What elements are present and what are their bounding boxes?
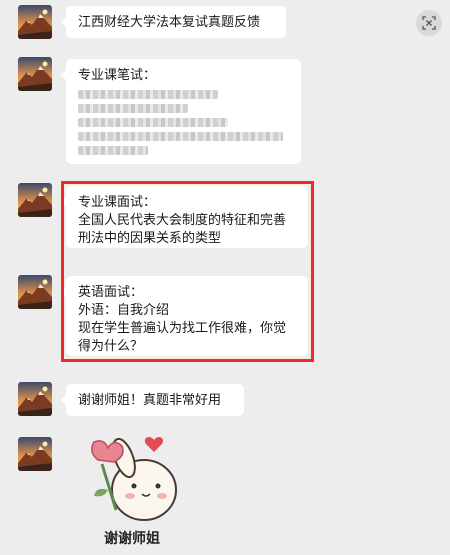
avatar[interactable] bbox=[18, 437, 52, 471]
avatar[interactable] bbox=[18, 183, 52, 217]
blurred-text bbox=[78, 90, 218, 99]
bunny-sticker-icon bbox=[91, 437, 177, 521]
avatar-image bbox=[18, 5, 52, 39]
message-bubble-3[interactable]: 专业课面试： 全国人民代表大会制度的特征和完善 刑法中的因果关系的类型 bbox=[61, 186, 308, 248]
message-text: 现在学生普遍认为找工作很难，你觉 bbox=[78, 321, 287, 336]
avatar-image bbox=[18, 382, 52, 416]
message-text: 刑法中的因果关系的类型 bbox=[78, 231, 222, 246]
sticker-caption: 谢谢师姐 bbox=[104, 531, 160, 547]
message-bubble-5[interactable]: 谢谢师姐！真题非常好用 bbox=[61, 384, 244, 416]
message-text: 全国人民代表大会制度的特征和完善 bbox=[78, 213, 287, 228]
blurred-text bbox=[78, 146, 148, 155]
blurred-text bbox=[78, 118, 228, 127]
message-bubble-1[interactable]: 江西财经大学法本复试真题反馈 bbox=[61, 6, 286, 38]
avatar-image bbox=[18, 437, 52, 471]
close-button[interactable] bbox=[416, 10, 442, 36]
message-bubble-2[interactable]: 专业课笔试： bbox=[61, 59, 301, 164]
message-text: 专业课面试： bbox=[78, 195, 157, 210]
avatar-image bbox=[18, 275, 52, 309]
message-text: 外语：自我介绍 bbox=[78, 303, 170, 318]
message-text: 谢谢师姐！真题非常好用 bbox=[78, 393, 222, 408]
sticker-message[interactable]: 谢谢师姐 bbox=[76, 430, 188, 552]
message-text: 江西财经大学法本复试真题反馈 bbox=[78, 15, 261, 30]
avatar-image bbox=[18, 57, 52, 91]
blurred-text bbox=[78, 132, 283, 141]
avatar[interactable] bbox=[18, 382, 52, 416]
avatar[interactable] bbox=[18, 5, 52, 39]
avatar[interactable] bbox=[18, 275, 52, 309]
close-x-icon bbox=[422, 16, 436, 30]
avatar[interactable] bbox=[18, 57, 52, 91]
message-text: 专业课笔试： bbox=[78, 68, 157, 83]
message-text: 得为什么？ bbox=[78, 339, 144, 354]
blurred-text bbox=[78, 104, 188, 113]
avatar-image bbox=[18, 183, 52, 217]
message-text: 英语面试： bbox=[78, 285, 144, 300]
message-bubble-4[interactable]: 英语面试： 外语：自我介绍 现在学生普遍认为找工作很难，你觉 得为什么？ bbox=[61, 276, 308, 356]
